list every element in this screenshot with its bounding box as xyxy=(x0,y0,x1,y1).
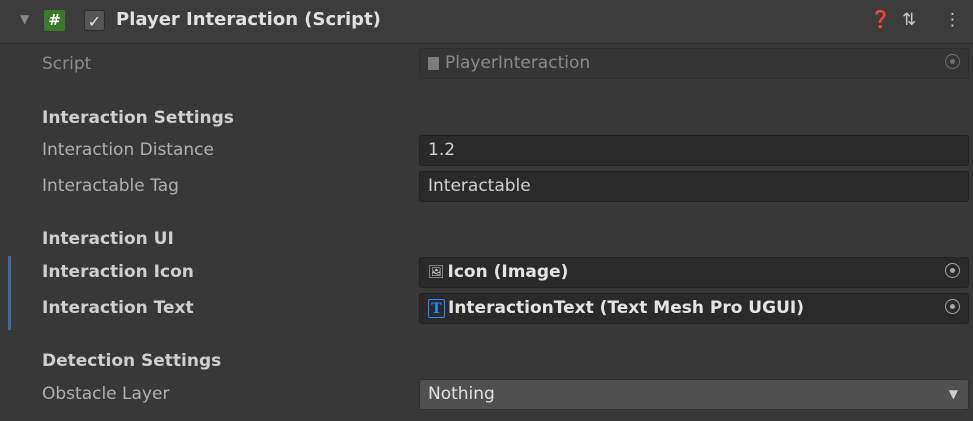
textmeshpro-icon: T xyxy=(428,299,445,318)
image-icon: 🖼 xyxy=(428,265,445,280)
interactable-tag-value: Interactable xyxy=(428,176,531,196)
script-field-value: PlayerInteraction xyxy=(445,53,591,73)
obstacle-layer-value: Nothing xyxy=(428,384,495,404)
section-heading-detection-settings: Detection Settings xyxy=(42,351,222,371)
context-menu-icon[interactable]: ⋮ xyxy=(944,10,961,30)
modified-indicator-bar xyxy=(8,256,11,330)
section-heading-interaction-settings: Interaction Settings xyxy=(42,108,234,128)
csharp-script-icon xyxy=(428,57,439,70)
interaction-icon-field[interactable]: 🖼 Icon (Image) xyxy=(419,257,969,288)
interactable-tag-field[interactable]: Interactable xyxy=(419,171,969,202)
collapse-arrow-icon[interactable]: ▼ xyxy=(20,12,29,26)
obstacle-layer-dropdown[interactable]: Nothing ▼ xyxy=(419,379,969,410)
object-picker-icon[interactable] xyxy=(945,263,960,278)
object-picker-icon[interactable] xyxy=(945,299,960,314)
dropdown-arrow-icon: ▼ xyxy=(948,387,958,401)
section-heading-interaction-ui: Interaction UI xyxy=(42,229,174,249)
interaction-text-field[interactable]: T InteractionText (Text Mesh Pro UGUI) xyxy=(419,293,969,324)
interaction-distance-field[interactable]: 1.2 xyxy=(419,135,969,166)
interaction-icon-label[interactable]: Interaction Icon xyxy=(42,262,194,282)
interaction-icon-value: Icon (Image) xyxy=(447,262,569,282)
interaction-distance-label[interactable]: Interaction Distance xyxy=(42,140,214,160)
component-title[interactable]: Player Interaction (Script) xyxy=(116,9,381,30)
script-field[interactable]: PlayerInteraction xyxy=(419,48,969,79)
component-header: ▼ # ✓ Player Interaction (Script) ❓ ⇅ ⋮ xyxy=(0,0,973,44)
script-label: Script xyxy=(42,54,92,74)
help-icon[interactable]: ❓ xyxy=(870,10,891,30)
script-component-icon: # xyxy=(44,10,65,31)
interactable-tag-label[interactable]: Interactable Tag xyxy=(42,176,179,196)
enabled-checkbox[interactable]: ✓ xyxy=(84,10,105,31)
interaction-distance-value: 1.2 xyxy=(428,140,456,160)
interaction-text-value: InteractionText (Text Mesh Pro UGUI) xyxy=(448,298,804,318)
object-picker-icon[interactable] xyxy=(945,54,960,69)
obstacle-layer-label[interactable]: Obstacle Layer xyxy=(42,384,169,404)
presets-icon[interactable]: ⇅ xyxy=(902,10,916,30)
interaction-text-label[interactable]: Interaction Text xyxy=(42,298,194,318)
